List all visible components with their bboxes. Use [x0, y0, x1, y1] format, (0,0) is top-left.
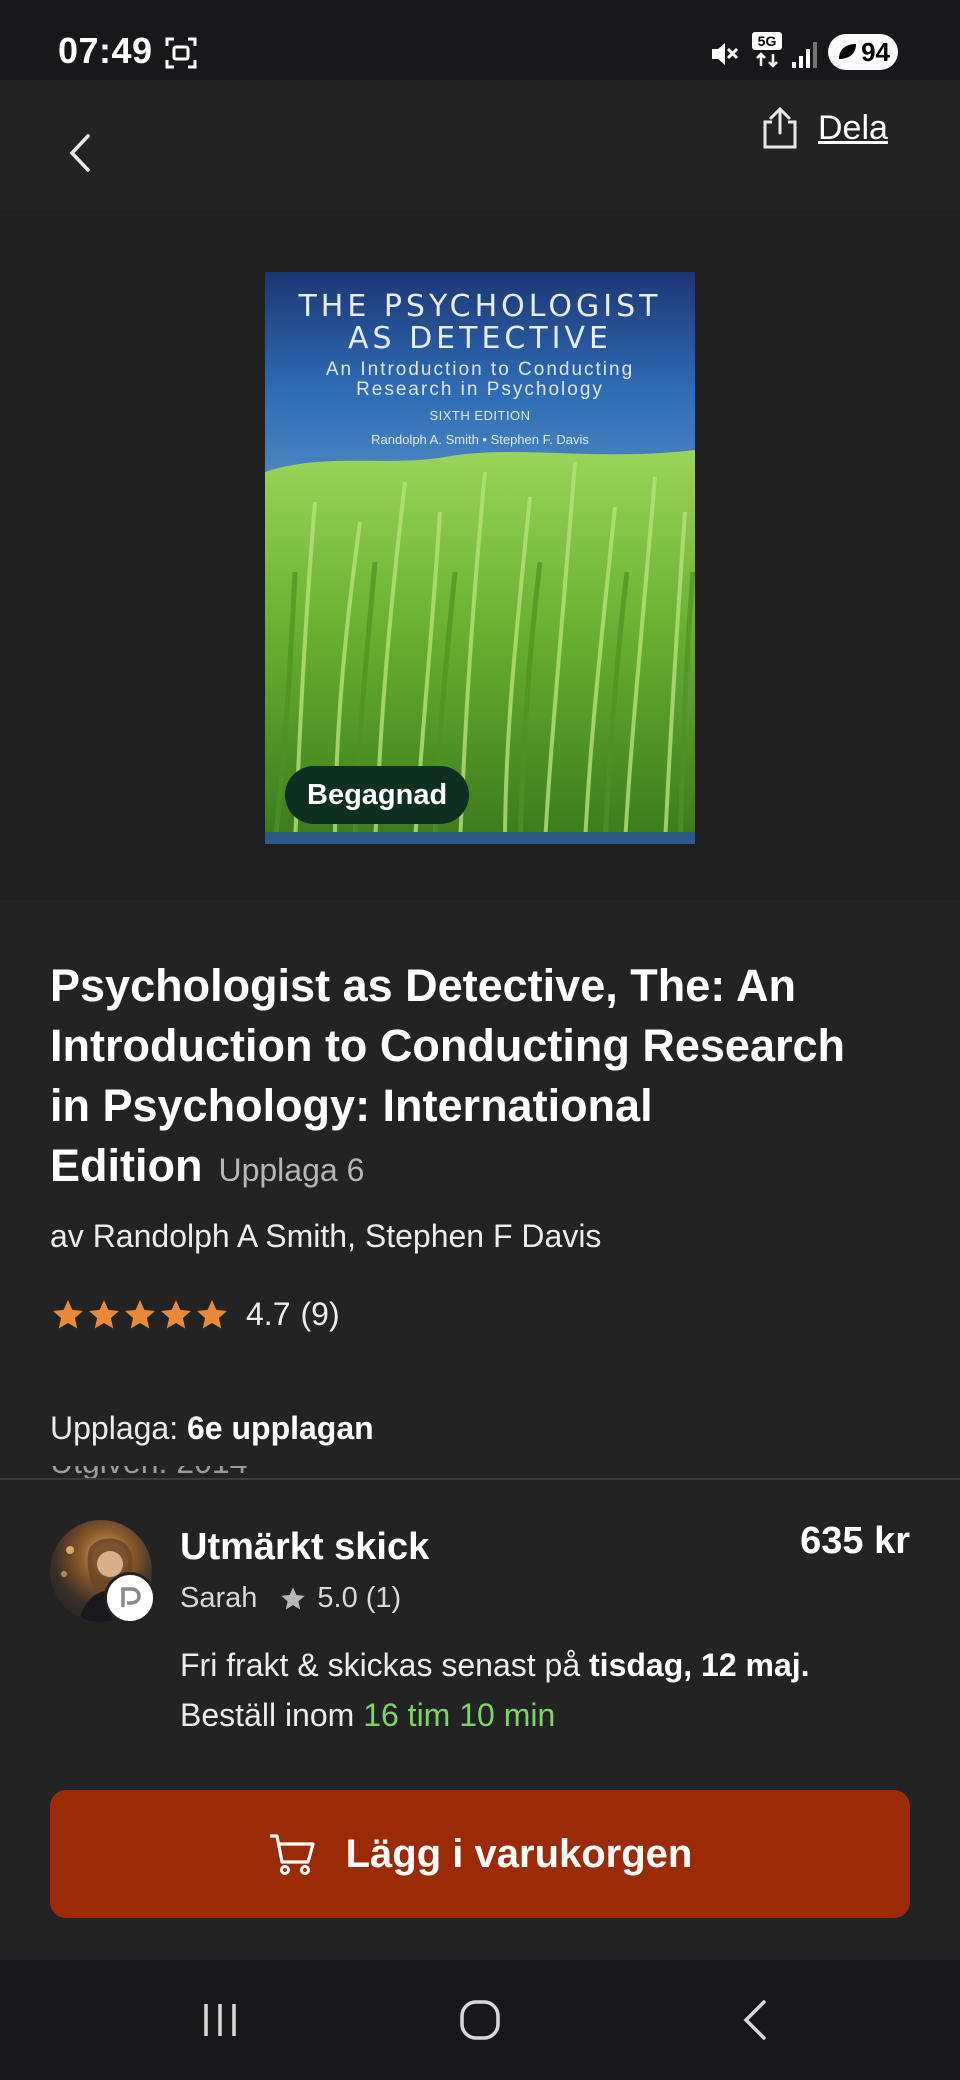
product-title-text: Psychologist as Detective, The: An Intro… [50, 960, 845, 1191]
rating-count: (9) [300, 1296, 340, 1332]
shipping-prefix: Fri frakt & skickas senast på [180, 1647, 581, 1683]
countdown: 16 tim 10 min [363, 1697, 556, 1733]
star-icon [53, 1299, 83, 1328]
system-nav-bar [0, 1960, 960, 2080]
back-icon [743, 2000, 766, 2040]
seller-row[interactable]: Sarah 5.0 (1) [180, 1582, 401, 1615]
cart-icon [269, 1834, 315, 1875]
cover-title-line1: THE PSYCHOLOGIST [298, 289, 662, 324]
share-label: Dela [818, 108, 888, 147]
rating-stars [50, 1297, 230, 1333]
add-to-cart-label: Lägg i varukorgen [345, 1831, 693, 1876]
product-screen: 07:49 5G 94 Dela THE PSYCHOLOGIST AS DET… [0, 0, 960, 2080]
grass-illustration [265, 272, 695, 844]
spec-edition-row: Upplaga: 6e upplagan [50, 1410, 374, 1447]
spec-peek-row: Utgiven: 2014 [50, 1466, 310, 1478]
price: 635 kr [800, 1520, 910, 1562]
add-to-cart-button[interactable]: Lägg i varukorgen [50, 1790, 910, 1918]
seller-name: Sarah [180, 1582, 258, 1614]
home-button[interactable] [440, 1960, 520, 2080]
book-cover-image[interactable]: THE PSYCHOLOGIST AS DETECTIVE An Introdu… [265, 272, 695, 844]
system-back-button[interactable] [714, 1960, 794, 2080]
product-title: Psychologist as Detective, The: An Intro… [50, 956, 890, 1200]
share-icon [763, 106, 797, 149]
rating-value: 4.7 [246, 1296, 291, 1332]
condition-label: Utmärkt skick [180, 1526, 430, 1568]
star-icon [281, 1586, 306, 1609]
home-icon [460, 2000, 500, 2040]
shipping-line: Fri frakt & skickas senast på tisdag, 12… [180, 1640, 920, 1690]
edition-chip: Upplaga 6 [218, 1152, 365, 1188]
seller-rating: 5.0 (1) [317, 1582, 402, 1614]
cover-subtitle-line1: An Introduction to Conducting [325, 359, 635, 380]
status-time: 07:49 [58, 30, 153, 71]
used-badge: Begagnad [285, 766, 470, 824]
cover-title-line2: AS DETECTIVE [347, 321, 613, 356]
cover-edition: SIXTH EDITION [429, 408, 531, 423]
order-prefix: Beställ inom [180, 1697, 355, 1733]
star-icon [197, 1299, 227, 1328]
battery-icon: 94 [828, 34, 898, 70]
share-button[interactable]: Dela [760, 100, 910, 156]
recents-button[interactable] [180, 1960, 260, 2080]
rating-row[interactable]: 4.7 (9) [50, 1296, 340, 1333]
signal-icon [790, 40, 820, 73]
cover-authors: Randolph A. Smith • Stephen F. Davis [371, 432, 589, 447]
5g-icon: 5G [752, 32, 782, 73]
spec-value: 6e upplagan [186, 1410, 374, 1446]
battery-level: 94 [861, 36, 890, 67]
recents-icon [204, 2004, 236, 2036]
svg-text:5G: 5G [758, 33, 777, 49]
star-icon [161, 1299, 191, 1328]
cover-subtitle-line2: Research in Psychology [356, 379, 604, 400]
shipping-date: tisdag, 12 maj. [589, 1647, 810, 1683]
star-icon [89, 1299, 119, 1328]
shipping-info: Fri frakt & skickas senast på tisdag, 12… [180, 1640, 920, 1740]
battery-saver-icon [839, 44, 856, 59]
back-button[interactable] [60, 128, 100, 178]
status-bar: 07:49 5G 94 [0, 0, 960, 80]
product-authors[interactable]: av Randolph A Smith, Stephen F Davis [50, 1218, 601, 1255]
star-icon [125, 1299, 155, 1328]
chevron-left-icon [69, 134, 90, 172]
spec-label: Upplaga: [50, 1410, 179, 1446]
seller-verified-badge [104, 1572, 156, 1624]
screenshot-icon [164, 36, 198, 75]
spec-peek-text: Utgiven: 2014 [50, 1466, 310, 1478]
mute-icon [708, 38, 740, 75]
seller-badge-icon [121, 1587, 141, 1607]
order-deadline-line: Beställ inom 16 tim 10 min [180, 1690, 920, 1740]
